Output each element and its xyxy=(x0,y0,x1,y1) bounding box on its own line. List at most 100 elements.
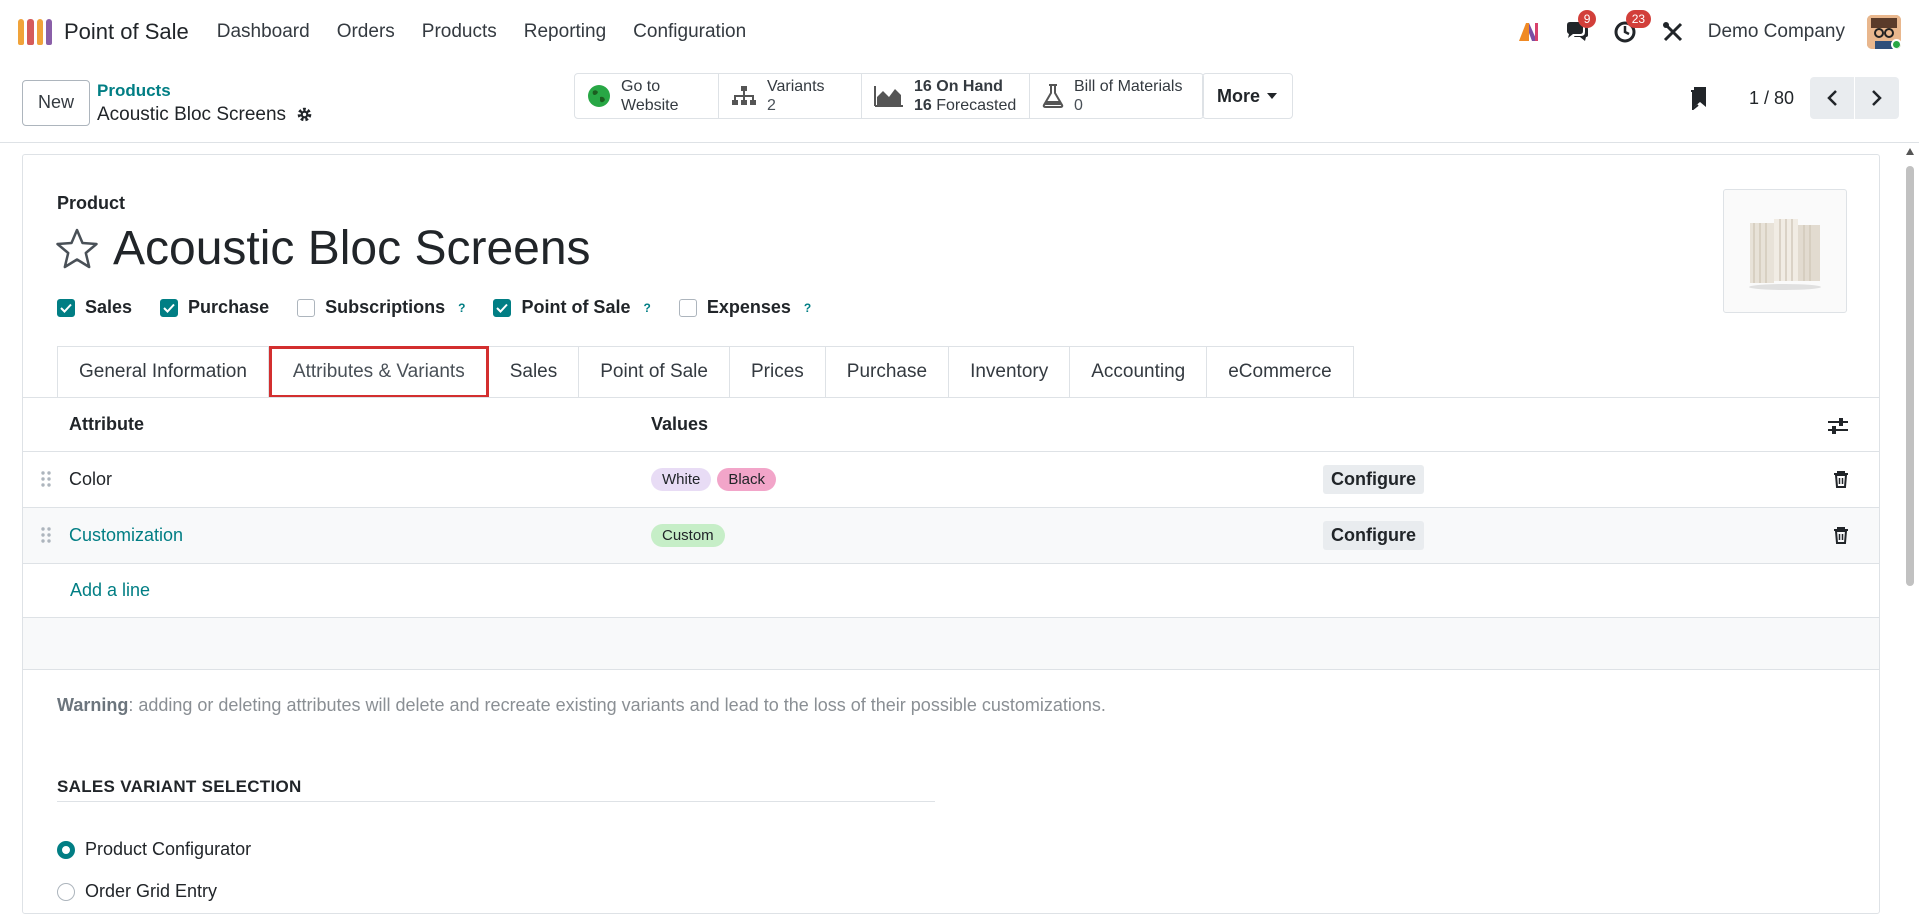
website-line2: Website xyxy=(621,97,679,114)
area-chart-icon xyxy=(874,86,903,107)
breadcrumb-products-link[interactable]: Products xyxy=(97,79,313,103)
subscriptions-checkbox[interactable] xyxy=(297,298,316,317)
tab-accounting[interactable]: Accounting xyxy=(1070,346,1208,398)
drag-handle-icon[interactable] xyxy=(41,470,51,488)
messages-icon[interactable]: 9 xyxy=(1564,9,1597,45)
sitemap-icon xyxy=(732,86,756,105)
menu-products[interactable]: Products xyxy=(422,21,497,43)
tab-inventory[interactable]: Inventory xyxy=(949,346,1071,398)
expenses-checkbox[interactable] xyxy=(678,298,697,317)
sales-checkbox-label: Sales xyxy=(85,297,133,317)
table-header: Attribute Values xyxy=(23,397,1879,452)
breadcrumb-current: Acoustic Bloc Screens xyxy=(97,103,313,127)
purchase-checkbox[interactable] xyxy=(160,298,179,317)
on-hand-button[interactable]: 16 On Hand 16 Forecasted xyxy=(862,74,1030,118)
expenses-checkbox-label: Expenses xyxy=(706,297,791,317)
scroll-up-arrow-icon[interactable] xyxy=(1906,148,1914,155)
checkbox-expenses[interactable]: Expenses? xyxy=(678,297,811,318)
attribute-values[interactable]: Custom xyxy=(651,524,725,547)
menu-configuration[interactable]: Configuration xyxy=(633,21,746,43)
trash-icon[interactable] xyxy=(1833,526,1849,544)
tab-ecommerce[interactable]: eCommerce xyxy=(1207,346,1354,398)
tab-attributes-variants[interactable]: Attributes & Variants xyxy=(268,346,489,398)
variants-warning: Warning: adding or deleting attributes w… xyxy=(57,695,1106,716)
pager: 1 / 80 xyxy=(1689,77,1899,119)
company-switcher[interactable]: Demo Company xyxy=(1708,21,1845,43)
radio-button[interactable] xyxy=(57,882,75,901)
help-tooltip-icon[interactable]: ? xyxy=(643,301,650,315)
pager-previous-button[interactable] xyxy=(1810,77,1854,119)
activities-clock-icon[interactable]: 23 xyxy=(1612,9,1652,45)
add-a-line-link[interactable]: Add a line xyxy=(23,564,1879,618)
optional-columns-sliders-icon[interactable] xyxy=(1827,416,1849,436)
pager-value[interactable]: 1 / 80 xyxy=(1749,88,1794,109)
variants-button[interactable]: Variants 2 xyxy=(719,74,862,118)
column-header-values[interactable]: Values xyxy=(651,414,708,435)
subscriptions-checkbox-label: Subscriptions xyxy=(325,297,446,317)
app-name[interactable]: Point of Sale xyxy=(64,19,189,45)
section-title: SALES VARIANT SELECTION xyxy=(57,777,935,802)
bookmarks-icon[interactable] xyxy=(1689,86,1709,110)
point-of-sale-logo-icon[interactable] xyxy=(18,18,52,45)
table-row[interactable]: Customization Custom Configure xyxy=(23,508,1879,564)
ai-icon[interactable] xyxy=(1516,19,1542,45)
radio-product-configurator[interactable]: Product Configurator xyxy=(57,839,251,860)
radio-label: Order Grid Entry xyxy=(85,881,218,901)
tab-purchase[interactable]: Purchase xyxy=(825,346,950,398)
favorite-star-icon[interactable] xyxy=(55,228,99,270)
more-label: More xyxy=(1217,85,1261,106)
notebook-tabs: General Information Attributes & Variant… xyxy=(57,346,1354,398)
globe-icon xyxy=(588,85,610,107)
help-tooltip-icon[interactable]: ? xyxy=(458,301,465,315)
sales-checkbox[interactable] xyxy=(57,298,75,317)
flask-icon xyxy=(1042,84,1064,108)
warning-text: : adding or deleting attributes will del… xyxy=(128,695,1106,715)
bom-count: 0 xyxy=(1074,97,1083,114)
more-dropdown-button[interactable]: More xyxy=(1202,73,1294,119)
trash-icon[interactable] xyxy=(1833,470,1849,488)
tab-general-information[interactable]: General Information xyxy=(57,346,269,398)
point-of-sale-checkbox[interactable] xyxy=(493,298,512,317)
website-line1: Go to xyxy=(621,78,661,95)
menu-reporting[interactable]: Reporting xyxy=(524,21,606,43)
menu-dashboard[interactable]: Dashboard xyxy=(217,21,310,43)
menu-orders[interactable]: Orders xyxy=(337,21,395,43)
breadcrumb: Products Acoustic Bloc Screens xyxy=(97,79,313,127)
on-hand-label: 16 On Hand xyxy=(914,78,1003,95)
scrollbar-thumb[interactable] xyxy=(1906,166,1914,586)
bill-of-materials-button[interactable]: Bill of Materials 0 xyxy=(1030,74,1203,118)
product-name-field[interactable]: Acoustic Bloc Screens xyxy=(113,221,591,276)
checkbox-point-of-sale[interactable]: Point of Sale? xyxy=(493,297,651,318)
warning-label: Warning xyxy=(57,695,129,715)
caret-down-icon xyxy=(1267,93,1278,99)
attribute-name[interactable]: Customization xyxy=(69,525,183,546)
table-row[interactable]: Color White Black Configure xyxy=(23,452,1879,508)
configure-button[interactable]: Configure xyxy=(1323,465,1424,494)
tools-icon[interactable] xyxy=(1660,19,1686,45)
tab-prices[interactable]: Prices xyxy=(729,346,826,398)
pager-next-button[interactable] xyxy=(1855,77,1899,119)
value-tag: Black xyxy=(717,468,777,491)
drag-handle-icon[interactable] xyxy=(41,526,51,544)
gear-icon[interactable] xyxy=(296,106,313,123)
go-to-website-button[interactable]: Go to Website xyxy=(575,74,719,118)
tab-point-of-sale[interactable]: Point of Sale xyxy=(579,346,730,398)
smart-buttons: Go to Website Variants 2 16 On Hand 16 Fore… xyxy=(574,73,1204,119)
tab-sales[interactable]: Sales xyxy=(488,346,580,398)
radio-button[interactable] xyxy=(57,840,75,859)
help-tooltip-icon[interactable]: ? xyxy=(804,301,811,315)
checkbox-subscriptions[interactable]: Subscriptions? xyxy=(297,297,465,318)
checkbox-purchase[interactable]: Purchase xyxy=(160,297,269,318)
column-header-attribute[interactable]: Attribute xyxy=(69,414,144,435)
attribute-name[interactable]: Color xyxy=(69,469,112,490)
checkbox-sales[interactable]: Sales xyxy=(57,297,132,318)
control-panel: New Products Acoustic Bloc Screens Go to… xyxy=(0,63,1919,143)
product-image[interactable] xyxy=(1723,189,1847,313)
user-avatar[interactable] xyxy=(1867,14,1901,49)
new-button[interactable]: New xyxy=(22,79,90,126)
page-scrollbar[interactable] xyxy=(1905,148,1915,905)
configure-button[interactable]: Configure xyxy=(1323,521,1424,550)
systray: 9 23 Demo Company xyxy=(1516,9,1901,49)
attribute-values[interactable]: White Black xyxy=(651,468,777,491)
radio-order-grid-entry[interactable]: Order Grid Entry xyxy=(57,881,217,902)
